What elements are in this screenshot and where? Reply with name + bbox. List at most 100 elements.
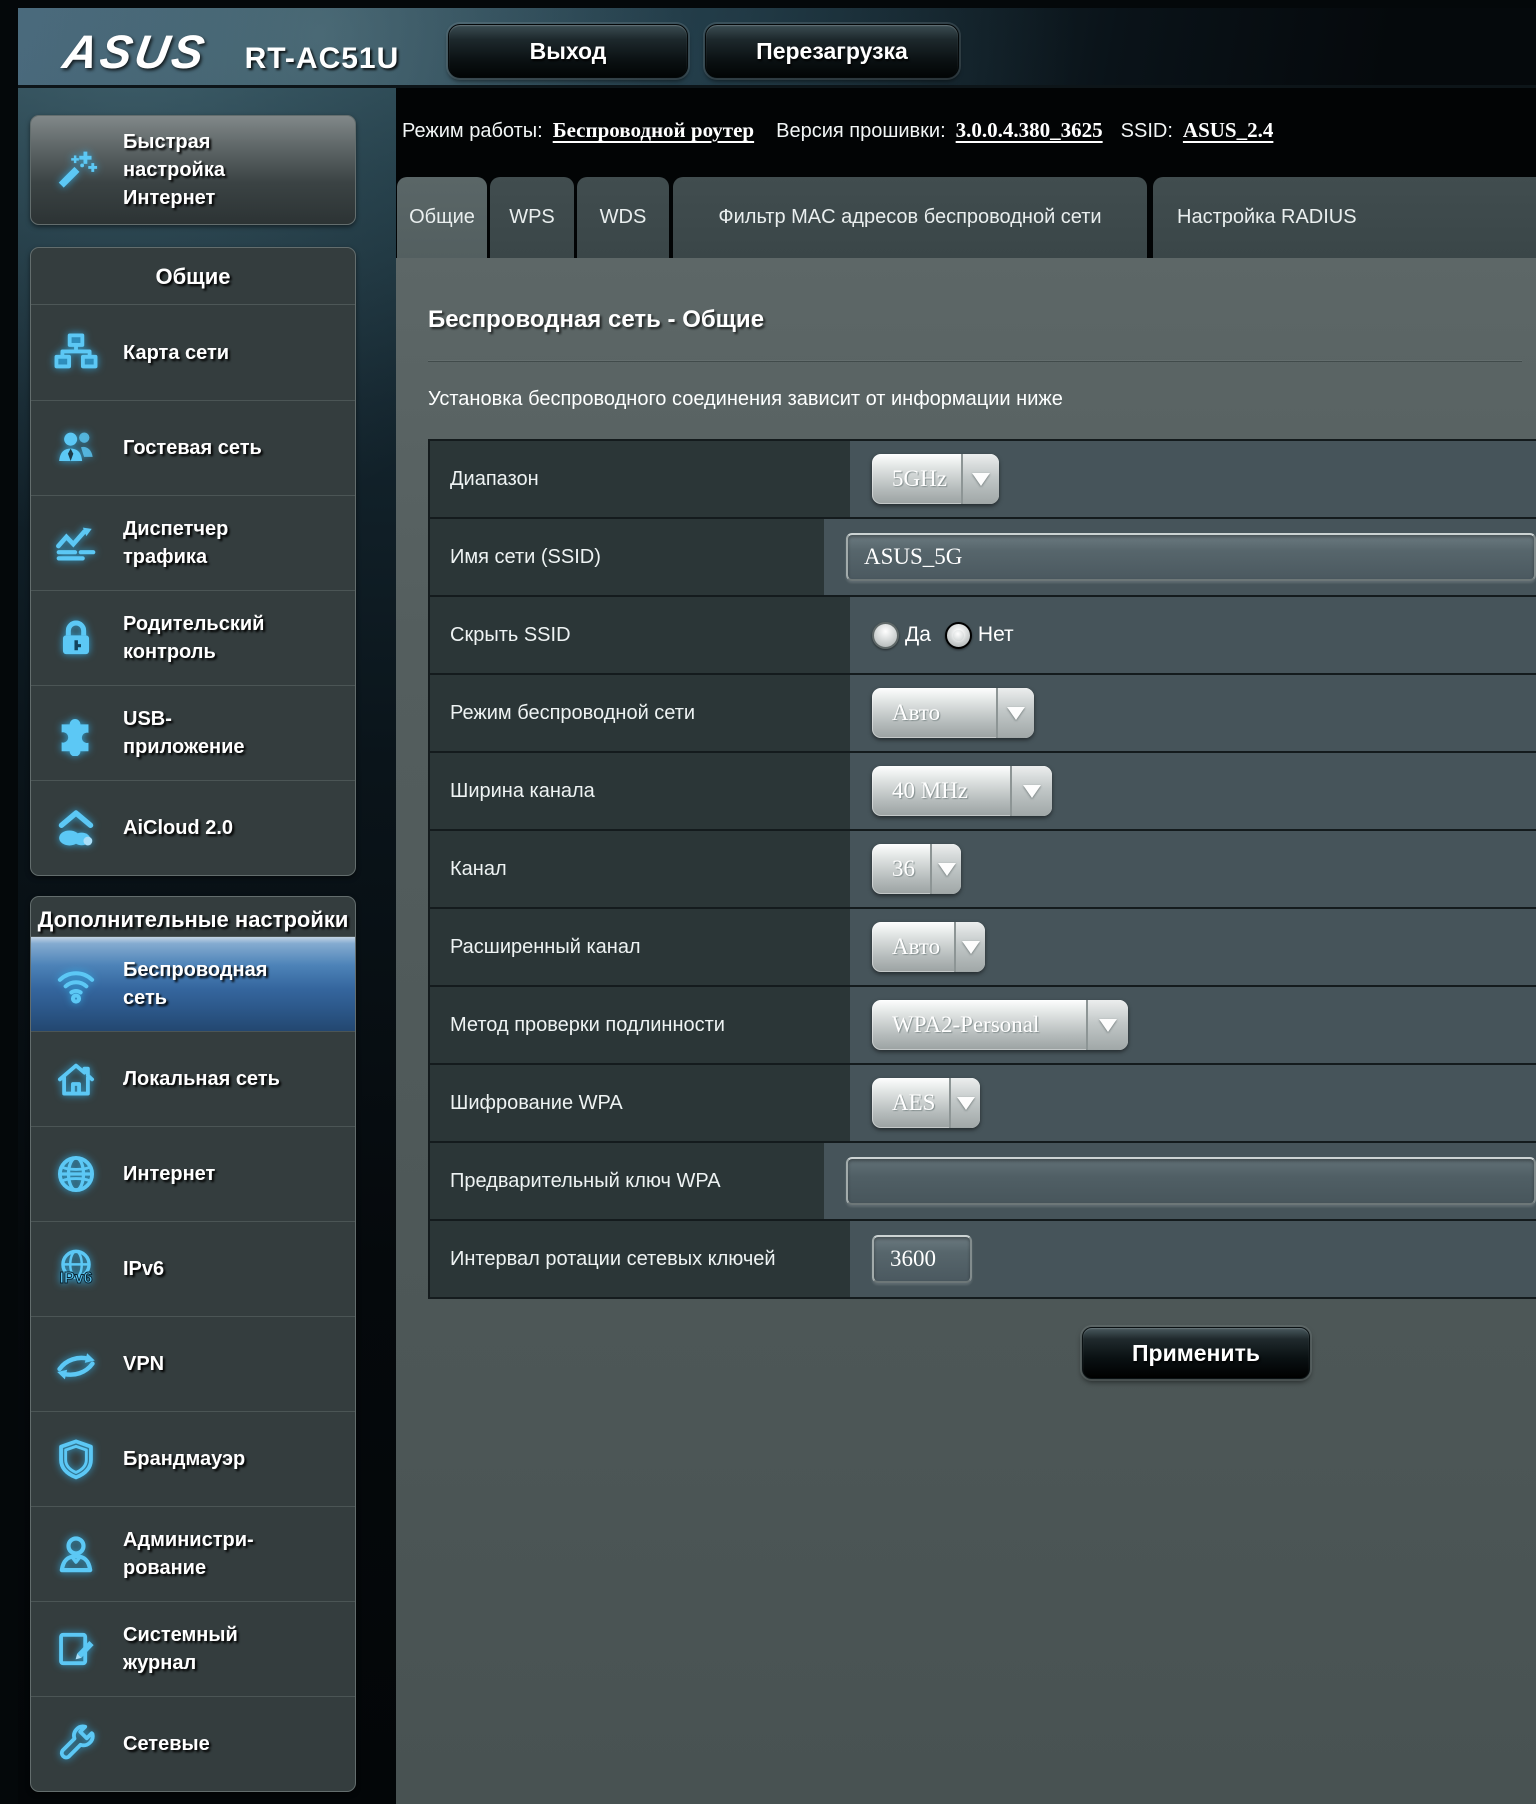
table-row: Интервал ротации сетевых ключей 3600 bbox=[430, 1221, 1536, 1299]
wireless-icon bbox=[43, 961, 109, 1007]
syslog-icon bbox=[43, 1626, 109, 1672]
sidebar-item-label: Системный журнал bbox=[123, 1621, 281, 1677]
chevron-down-icon bbox=[954, 922, 985, 972]
extension-channel-label: Расширенный канал bbox=[430, 909, 850, 985]
table-row: Имя сети (SSID) ASUS_5G bbox=[430, 519, 1536, 597]
channel-dropdown[interactable]: 36 bbox=[872, 844, 961, 894]
sidebar-item-label: Родительский контроль bbox=[123, 610, 281, 666]
sidebar-item-ipv6[interactable]: IPv6 IPv6 bbox=[31, 1221, 355, 1316]
ssid-link[interactable]: ASUS_2.4 bbox=[1183, 118, 1273, 143]
wpa-encryption-dropdown[interactable]: AES bbox=[872, 1078, 980, 1128]
tab-radius[interactable]: Настройка RADIUS bbox=[1153, 177, 1536, 258]
sidebar-item-parental-control[interactable]: Родительский контроль bbox=[31, 590, 355, 685]
asus-logo: ASUS bbox=[59, 24, 211, 79]
band-dropdown[interactable]: 5GHz bbox=[872, 454, 999, 504]
sidebar-item-label: USB-приложение bbox=[123, 705, 281, 761]
channel-width-dropdown[interactable]: 40 MHz bbox=[872, 766, 1052, 816]
sidebar-item-firewall[interactable]: Брандмауэр bbox=[31, 1411, 355, 1506]
parental-control-icon bbox=[43, 615, 109, 661]
network-map-icon bbox=[43, 330, 109, 376]
title-divider bbox=[428, 360, 1522, 362]
page-title: Беспроводная сеть - Общие bbox=[428, 258, 1536, 334]
sidebar-item-label: Брандмауэр bbox=[123, 1445, 281, 1473]
sidebar-item-vpn[interactable]: VPN bbox=[31, 1316, 355, 1411]
hide-ssid-no-label: Нет bbox=[978, 623, 1014, 647]
svg-text:IPv6: IPv6 bbox=[59, 1269, 92, 1287]
sidebar-item-label: AiCloud 2.0 bbox=[123, 814, 281, 842]
sidebar-item-quick-setup[interactable]: Быстрая настройка Интернет bbox=[30, 115, 356, 225]
guest-network-icon bbox=[43, 425, 109, 471]
reboot-button[interactable]: Перезагрузка bbox=[705, 24, 959, 78]
usb-app-icon bbox=[43, 710, 109, 756]
magic-wand-icon bbox=[43, 147, 109, 193]
key-rotation-label: Интервал ротации сетевых ключей bbox=[430, 1221, 850, 1297]
network-tools-icon bbox=[43, 1721, 109, 1767]
status-infobar: Режим работы: Беспроводной роутер Версия… bbox=[402, 118, 1273, 143]
content-panel: Беспроводная сеть - Общие Установка бесп… bbox=[396, 258, 1536, 1804]
traffic-manager-icon bbox=[43, 520, 109, 566]
sidebar-item-label: Быстрая настройка Интернет bbox=[123, 128, 281, 212]
sidebar-item-wan[interactable]: Интернет bbox=[31, 1126, 355, 1221]
chevron-down-icon bbox=[930, 844, 961, 894]
section-title: Дополнительные настройки bbox=[31, 897, 355, 935]
channel-width-label: Ширина канала bbox=[430, 753, 850, 829]
sidebar-item-network-tools[interactable]: Сетевые bbox=[31, 1696, 355, 1791]
ssid-input[interactable]: ASUS_5G bbox=[846, 533, 1536, 581]
sidebar-item-label: Карта сети bbox=[123, 339, 281, 367]
hide-ssid-radio-group: Да Нет bbox=[872, 622, 1028, 649]
wpa-encryption-label: Шифрование WPA bbox=[430, 1065, 850, 1141]
sidebar-section-advanced: Дополнительные настройки Беспроводная се… bbox=[30, 896, 356, 1791]
wireless-settings-table: Диапазон 5GHz Имя сети (SSID) ASUS_5G Ск… bbox=[428, 439, 1536, 1299]
ssid-label: SSID: bbox=[1121, 120, 1173, 143]
tab-mac-filter[interactable]: Фильтр MAC адресов беспроводной сети bbox=[673, 177, 1147, 258]
auth-method-dropdown[interactable]: WPA2-Personal bbox=[872, 1000, 1128, 1050]
wireless-mode-dropdown[interactable]: Авто bbox=[872, 688, 1034, 738]
table-row: Режим беспроводной сети Авто bbox=[430, 675, 1536, 753]
brand-block: ASUS RT-AC51U bbox=[64, 24, 399, 79]
logout-button[interactable]: Выход bbox=[448, 24, 688, 78]
sidebar-item-label: Интернет bbox=[123, 1160, 281, 1188]
key-rotation-input[interactable]: 3600 bbox=[872, 1235, 972, 1283]
table-row: Диапазон 5GHz bbox=[430, 441, 1536, 519]
router-model: RT-AC51U bbox=[245, 42, 400, 76]
chevron-down-icon bbox=[996, 688, 1034, 738]
section-title: Общие bbox=[31, 248, 355, 305]
band-label: Диапазон bbox=[430, 441, 850, 517]
sidebar-item-traffic-manager[interactable]: Диспетчер трафика bbox=[31, 495, 355, 590]
aicloud-icon bbox=[43, 805, 109, 851]
sidebar-item-administration[interactable]: Администри-рование bbox=[31, 1506, 355, 1601]
router-admin-page: ASUS RT-AC51U Выход Перезагрузка Режим р… bbox=[0, 0, 1536, 1804]
sidebar-item-label: IPv6 bbox=[123, 1255, 281, 1283]
sidebar-item-lan[interactable]: Локальная сеть bbox=[31, 1031, 355, 1126]
apply-button[interactable]: Применить bbox=[1082, 1327, 1310, 1379]
hide-ssid-no-radio[interactable] bbox=[945, 622, 972, 649]
table-row: Шифрование WPA AES bbox=[430, 1065, 1536, 1143]
page-description: Установка беспроводного соединения завис… bbox=[428, 388, 1536, 411]
sidebar-item-label: Диспетчер трафика bbox=[123, 515, 281, 571]
sidebar-item-label: Гостевая сеть bbox=[123, 434, 281, 462]
top-header: ASUS RT-AC51U Выход Перезагрузка bbox=[18, 8, 1536, 88]
extension-channel-dropdown[interactable]: Авто bbox=[872, 922, 985, 972]
chevron-down-icon bbox=[1086, 1000, 1128, 1050]
tab-general[interactable]: Общие bbox=[397, 177, 487, 258]
tab-wps[interactable]: WPS bbox=[490, 177, 574, 258]
sidebar-item-network-map[interactable]: Карта сети bbox=[31, 305, 355, 400]
chevron-down-icon bbox=[1010, 766, 1052, 816]
lan-house-icon bbox=[43, 1056, 109, 1102]
sidebar-item-aicloud[interactable]: AiCloud 2.0 bbox=[31, 780, 355, 875]
sidebar-item-label: Беспроводная сеть bbox=[123, 956, 281, 1012]
firmware-version-link[interactable]: 3.0.0.4.380_3625 bbox=[956, 118, 1103, 143]
hide-ssid-yes-radio[interactable] bbox=[872, 622, 899, 649]
sidebar-item-wireless[interactable]: Беспроводная сеть bbox=[31, 936, 355, 1031]
wpa-key-label: Предварительный ключ WPA bbox=[430, 1143, 824, 1219]
sidebar-item-system-log[interactable]: Системный журнал bbox=[31, 1601, 355, 1696]
operation-mode-link[interactable]: Беспроводной роутер bbox=[553, 118, 754, 143]
tab-wds[interactable]: WDS bbox=[577, 177, 669, 258]
sidebar-item-guest-network[interactable]: Гостевая сеть bbox=[31, 400, 355, 495]
sidebar-item-usb-application[interactable]: USB-приложение bbox=[31, 685, 355, 780]
ipv6-icon: IPv6 bbox=[43, 1246, 109, 1292]
vpn-icon bbox=[43, 1341, 109, 1387]
sidebar-item-label: Администри-рование bbox=[123, 1526, 281, 1582]
table-row: Метод проверки подлинности WPA2-Personal bbox=[430, 987, 1536, 1065]
wpa-key-input[interactable] bbox=[846, 1157, 1536, 1205]
